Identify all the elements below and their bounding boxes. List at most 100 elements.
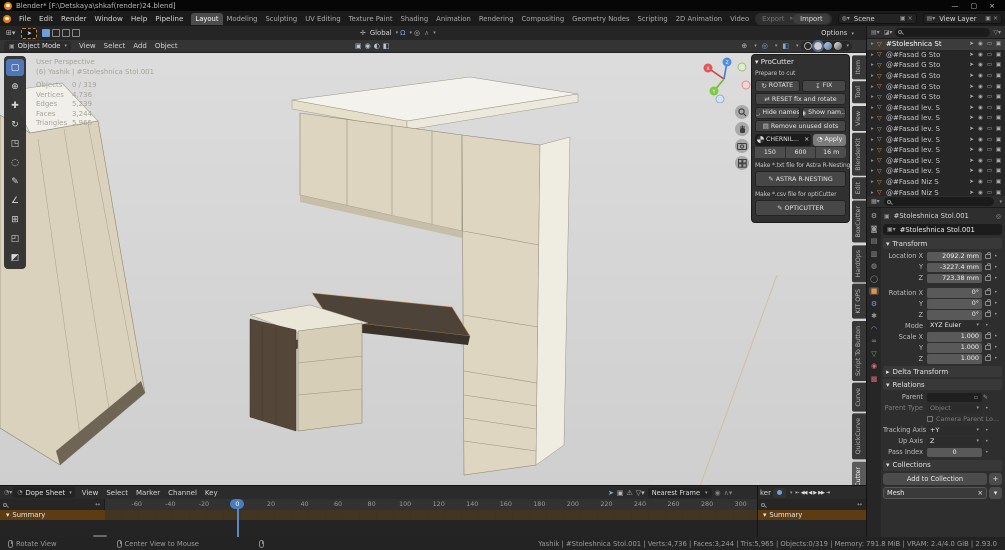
xray-toggle-icon[interactable]: ◧ [780, 42, 791, 50]
hide-eye-icon[interactable]: ◉ [976, 73, 985, 79]
fix-button[interactable]: ↧ FIX [801, 79, 846, 92]
outliner-row[interactable]: ▸ ▽ @#Fasad lev. S ➤ ◉ ▭ ▣ [867, 113, 1005, 124]
playhead[interactable] [237, 508, 239, 537]
properties-tab-icon[interactable]: ◍ [871, 262, 877, 270]
timeline-ruler[interactable]: -60 -40 -20 0 20 40 60 80 100 120 140 160 180 200 220 2… [105, 499, 757, 510]
viewport-visibility-icon[interactable]: ▭ [985, 190, 994, 196]
sidebar-tab[interactable]: KIT OPS [852, 284, 866, 319]
animate-dot-icon[interactable]: • [994, 253, 998, 260]
viewport-visibility-icon[interactable]: ▭ [985, 62, 994, 68]
object-name[interactable]: @#Fasad G Sto [886, 93, 967, 101]
viewport-visibility-icon[interactable]: ▭ [985, 179, 994, 185]
properties-tab-icon[interactable]: ■ [868, 287, 880, 295]
render-visibility-icon[interactable]: ▣ [994, 94, 1003, 100]
new-collection-button[interactable]: + [989, 472, 1002, 485]
outliner-search-input[interactable] [895, 27, 991, 37]
remove-collection-icon[interactable]: × [977, 489, 983, 497]
rotation-mode-dropdown[interactable]: XYZ Euler ▾ [927, 321, 982, 331]
zoom-view-button[interactable] [735, 105, 749, 119]
outliner-row[interactable]: ▸ ▽ @#Fasad G Sto ➤ ◉ ▭ ▣ [867, 60, 1005, 71]
size-value-field[interactable]: 150 [755, 147, 785, 158]
value-field[interactable]: 723.38 mm [927, 273, 982, 283]
menu-item[interactable]: Edit [35, 12, 57, 25]
channel-search[interactable]: ↔ [0, 499, 105, 510]
editor-type-icon[interactable]: ⊞▾ [4, 29, 17, 37]
properties-tab-icon[interactable]: ◙ [871, 225, 878, 233]
hide-eye-icon[interactable]: ◉ [976, 115, 985, 121]
render-visibility-icon[interactable]: ▣ [994, 115, 1003, 121]
select-toggle-icon[interactable]: ➤ [967, 147, 976, 153]
select-new-icon[interactable] [42, 29, 51, 37]
properties-tab-icon[interactable]: ▥ [871, 250, 878, 258]
sidebar-tab[interactable]: Script To Button [852, 320, 866, 381]
select-toggle-icon[interactable]: ➤ [967, 126, 976, 132]
sidebar-tab[interactable]: Edit [852, 177, 866, 200]
object-name[interactable]: @#Fasad lev. S [886, 136, 967, 144]
navigation-gizmo[interactable]: X Y Z [696, 55, 752, 103]
select-toggle-icon[interactable]: ➤ [967, 115, 976, 121]
shading-solid-icon[interactable] [812, 40, 825, 52]
maximize-button[interactable]: ▢ [971, 2, 978, 10]
tool-icon[interactable]: ◳ [6, 135, 24, 152]
view-layer-selector[interactable]: ▤▾ View Layer ▣ × [922, 13, 1002, 24]
rotate-button[interactable]: ↻ ROTATE [755, 79, 800, 92]
export-button[interactable]: Export [757, 15, 789, 23]
select-toggle-icon[interactable]: ➤ [967, 73, 976, 79]
workspace-tab[interactable]: Sculpting [261, 13, 301, 25]
workspace-tab[interactable]: Compositing [518, 13, 569, 25]
viewport-menu-item[interactable]: Select [100, 42, 130, 50]
viewport-toggle-icon[interactable]: ◧ [383, 42, 390, 50]
overlays-toggle-icon[interactable]: ◎ [760, 42, 770, 50]
viewport-3d[interactable]: ▣ Object Mode ▾ View Select Add Object ▣ ◉ ◐ ◧… [0, 40, 866, 485]
errors-icon[interactable]: ⚠ [627, 489, 633, 497]
size-value-field[interactable]: 16 m [816, 147, 847, 158]
tool-icon[interactable]: ⊞ [6, 211, 24, 228]
expand-channels-icon[interactable]: ↔ [94, 501, 101, 508]
outliner-row[interactable]: ▸ ▽ @#Fasad lev. S ➤ ◉ ▭ ▣ [867, 134, 1005, 145]
sidebar-tab[interactable]: View [852, 105, 866, 131]
workspace-tab[interactable]: Layout [191, 12, 223, 25]
render-visibility-icon[interactable]: ▣ [994, 190, 1003, 196]
playback-button[interactable]: ▶▶ [817, 490, 825, 496]
hidden-channels-icon[interactable]: ▣ [617, 489, 624, 497]
select-toggle-icon[interactable]: ➤ [967, 94, 976, 100]
minimize-button[interactable]: — [952, 2, 959, 10]
camera-view-button[interactable] [735, 139, 749, 153]
workspace-tab[interactable]: UV Editing [301, 13, 344, 25]
workspace-tab[interactable]: 2D Animation [672, 13, 726, 25]
editor-type-icon[interactable]: ▦▾ [870, 198, 881, 205]
object-name[interactable]: @#Fasad Niz S [886, 178, 967, 186]
animate-dot-icon[interactable]: • [994, 333, 998, 340]
dope-sheet-menu-item[interactable]: Marker [132, 489, 164, 497]
object-name[interactable]: @#Fasad G Sto [886, 51, 967, 59]
viewport-canvas[interactable]: User Perspective (6) Yashik | #Stoleshni… [0, 53, 866, 485]
tool-icon[interactable]: ↻ [6, 116, 24, 133]
eyedropper-icon[interactable]: ✎ [982, 394, 989, 401]
proportional-editing-icon[interactable]: ◎ [412, 29, 422, 37]
parent-type-dropdown[interactable]: Object ▾ [927, 403, 982, 413]
render-visibility-icon[interactable]: ▣ [994, 147, 1003, 153]
options-dropdown[interactable]: Options ▾ [821, 29, 854, 37]
tool-icon[interactable]: ⊕ [6, 78, 24, 95]
viewport-menu-item[interactable]: View [75, 42, 100, 50]
properties-search-input[interactable] [883, 197, 995, 206]
object-name-field[interactable]: ▣▾ #Stoleshnica Stol.001 [883, 224, 1002, 235]
render-visibility-icon[interactable]: ▣ [994, 179, 1003, 185]
animate-dot-icon[interactable]: • [994, 275, 998, 282]
dope-sheet-menu-item[interactable]: Channel [164, 489, 201, 497]
outliner-row[interactable]: ▸ ▽ @#Fasad lev. S ➤ ◉ ▭ ▣ [867, 124, 1005, 135]
viewport-menu-item[interactable]: Object [151, 42, 182, 50]
pass-index-field[interactable]: 0 [927, 447, 982, 457]
render-visibility-icon[interactable]: ▣ [994, 137, 1003, 143]
perspective-toggle-button[interactable] [735, 156, 749, 170]
opticutter-button[interactable]: ✎ OPTICUTTER [755, 200, 846, 216]
show-names-button[interactable]: ◉Show nam... [801, 106, 846, 119]
collections-panel-header[interactable]: ▾ Collections [883, 459, 1002, 471]
outliner-row[interactable]: ▸ ▽ @#Fasad lev. S ➤ ◉ ▭ ▣ [867, 166, 1005, 177]
camera-parent-checkbox[interactable] [927, 416, 933, 423]
outliner-row[interactable]: ▸ ▽ @#Fasad lev. S ➤ ◉ ▭ ▣ [867, 156, 1005, 167]
viewport-visibility-icon[interactable]: ▭ [985, 147, 994, 153]
render-visibility-icon[interactable]: ▣ [994, 73, 1003, 79]
render-visibility-icon[interactable]: ▣ [994, 52, 1003, 58]
outliner-row[interactable]: ▸ ▽ @#Fasad Niz S ➤ ◉ ▭ ▣ [867, 187, 1005, 196]
